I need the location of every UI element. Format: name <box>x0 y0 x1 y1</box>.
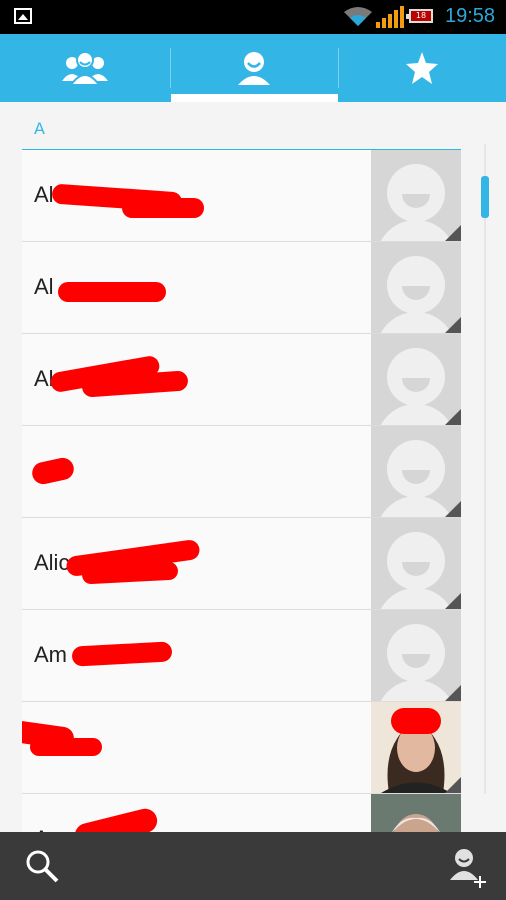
status-bar: 18 19:58 <box>0 0 506 34</box>
redaction-mark <box>30 455 76 487</box>
redaction-mark <box>30 738 102 756</box>
contact-name: Alic <box>34 550 70 575</box>
contact-row[interactable]: A <box>22 794 461 832</box>
contact-photo-placeholder[interactable] <box>371 518 461 609</box>
contact-photo-placeholder[interactable] <box>371 426 461 517</box>
contact-row[interactable] <box>22 702 461 794</box>
battery-level: 18 <box>415 11 427 20</box>
man-photo <box>371 794 461 832</box>
tab-selected-indicator <box>171 94 338 102</box>
redaction-mark <box>81 561 179 585</box>
bottom-action-bar <box>0 832 506 900</box>
redaction-mark <box>122 198 204 218</box>
contact-row[interactable]: Al <box>22 334 461 426</box>
tab-favorites[interactable] <box>338 34 506 102</box>
contact-list: Al Al Al Alic Am <box>22 150 461 832</box>
contact-photo[interactable] <box>371 702 461 793</box>
contact-photo[interactable] <box>371 794 461 832</box>
scroll-track <box>484 144 486 794</box>
contact-photo-placeholder[interactable] <box>371 150 461 241</box>
redaction-mark <box>71 641 173 667</box>
section-header: A <box>22 113 461 151</box>
signal-icon <box>376 6 404 28</box>
gallery-icon <box>14 8 32 24</box>
wifi-icon <box>344 7 372 26</box>
contact-photo-placeholder[interactable] <box>371 334 461 425</box>
contact-photo-placeholder[interactable] <box>371 242 461 333</box>
contact-row[interactable]: Am <box>22 610 461 702</box>
search-icon[interactable] <box>24 848 60 884</box>
section-letter: A <box>34 119 45 138</box>
add-contact-icon[interactable] <box>448 848 488 888</box>
contact-name: Al <box>34 182 54 207</box>
contact-photo-placeholder[interactable] <box>371 610 461 701</box>
clock: 19:58 <box>445 5 496 27</box>
battery-icon: 18 <box>406 9 433 23</box>
contact-name: Al <box>34 274 54 299</box>
redaction-mark <box>72 806 160 832</box>
contact-name: Am <box>34 642 67 667</box>
contact-row[interactable]: Al <box>22 242 461 334</box>
tab-contacts[interactable] <box>170 34 338 102</box>
person-icon <box>238 52 270 85</box>
tab-groups[interactable] <box>0 34 170 102</box>
star-icon <box>406 52 438 84</box>
tab-bar <box>0 34 506 102</box>
scrollbar[interactable] <box>481 176 489 218</box>
groups-icon <box>62 51 108 85</box>
contact-row[interactable]: Al <box>22 150 461 242</box>
redaction-mark <box>58 282 166 302</box>
contact-row[interactable]: Alic <box>22 518 461 610</box>
contact-row[interactable] <box>22 426 461 518</box>
